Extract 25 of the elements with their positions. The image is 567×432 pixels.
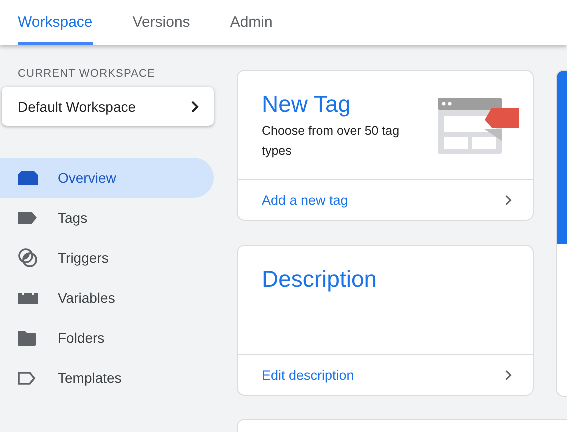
tag-icon xyxy=(18,212,37,224)
tab[interactable]: Versions xyxy=(132,0,190,45)
tab[interactable]: Workspace xyxy=(18,0,93,45)
chevron-right-icon xyxy=(505,370,512,380)
tray-icon xyxy=(18,171,38,185)
nav-item[interactable]: Tags xyxy=(0,198,214,238)
workspace-selector[interactable]: Default Workspace xyxy=(2,87,214,126)
card-description: Choose from over 50 tag types xyxy=(262,123,401,160)
nav-item[interactable]: Overview xyxy=(0,158,214,198)
tab[interactable]: Admin xyxy=(230,0,273,45)
nav-item[interactable]: Templates xyxy=(0,358,214,398)
nav-item[interactable]: Triggers xyxy=(0,238,214,278)
overlapping-circles-icon xyxy=(18,248,38,268)
nav-item[interactable]: Variables xyxy=(0,278,214,318)
tag-outline-icon xyxy=(18,372,36,384)
blocks-icon xyxy=(18,292,38,304)
card-title: Description xyxy=(262,266,378,292)
section-label: CURRENT WORKSPACE xyxy=(17,68,157,81)
nav-item[interactable]: Folders xyxy=(0,318,214,358)
card-link[interactable]: Edit description xyxy=(238,355,533,395)
chevron-right-icon xyxy=(191,100,199,112)
folder-icon xyxy=(18,330,36,346)
card-title: New Tag xyxy=(262,91,352,117)
card-link[interactable]: Add a new tag xyxy=(238,180,533,220)
chevron-right-icon xyxy=(505,194,512,206)
